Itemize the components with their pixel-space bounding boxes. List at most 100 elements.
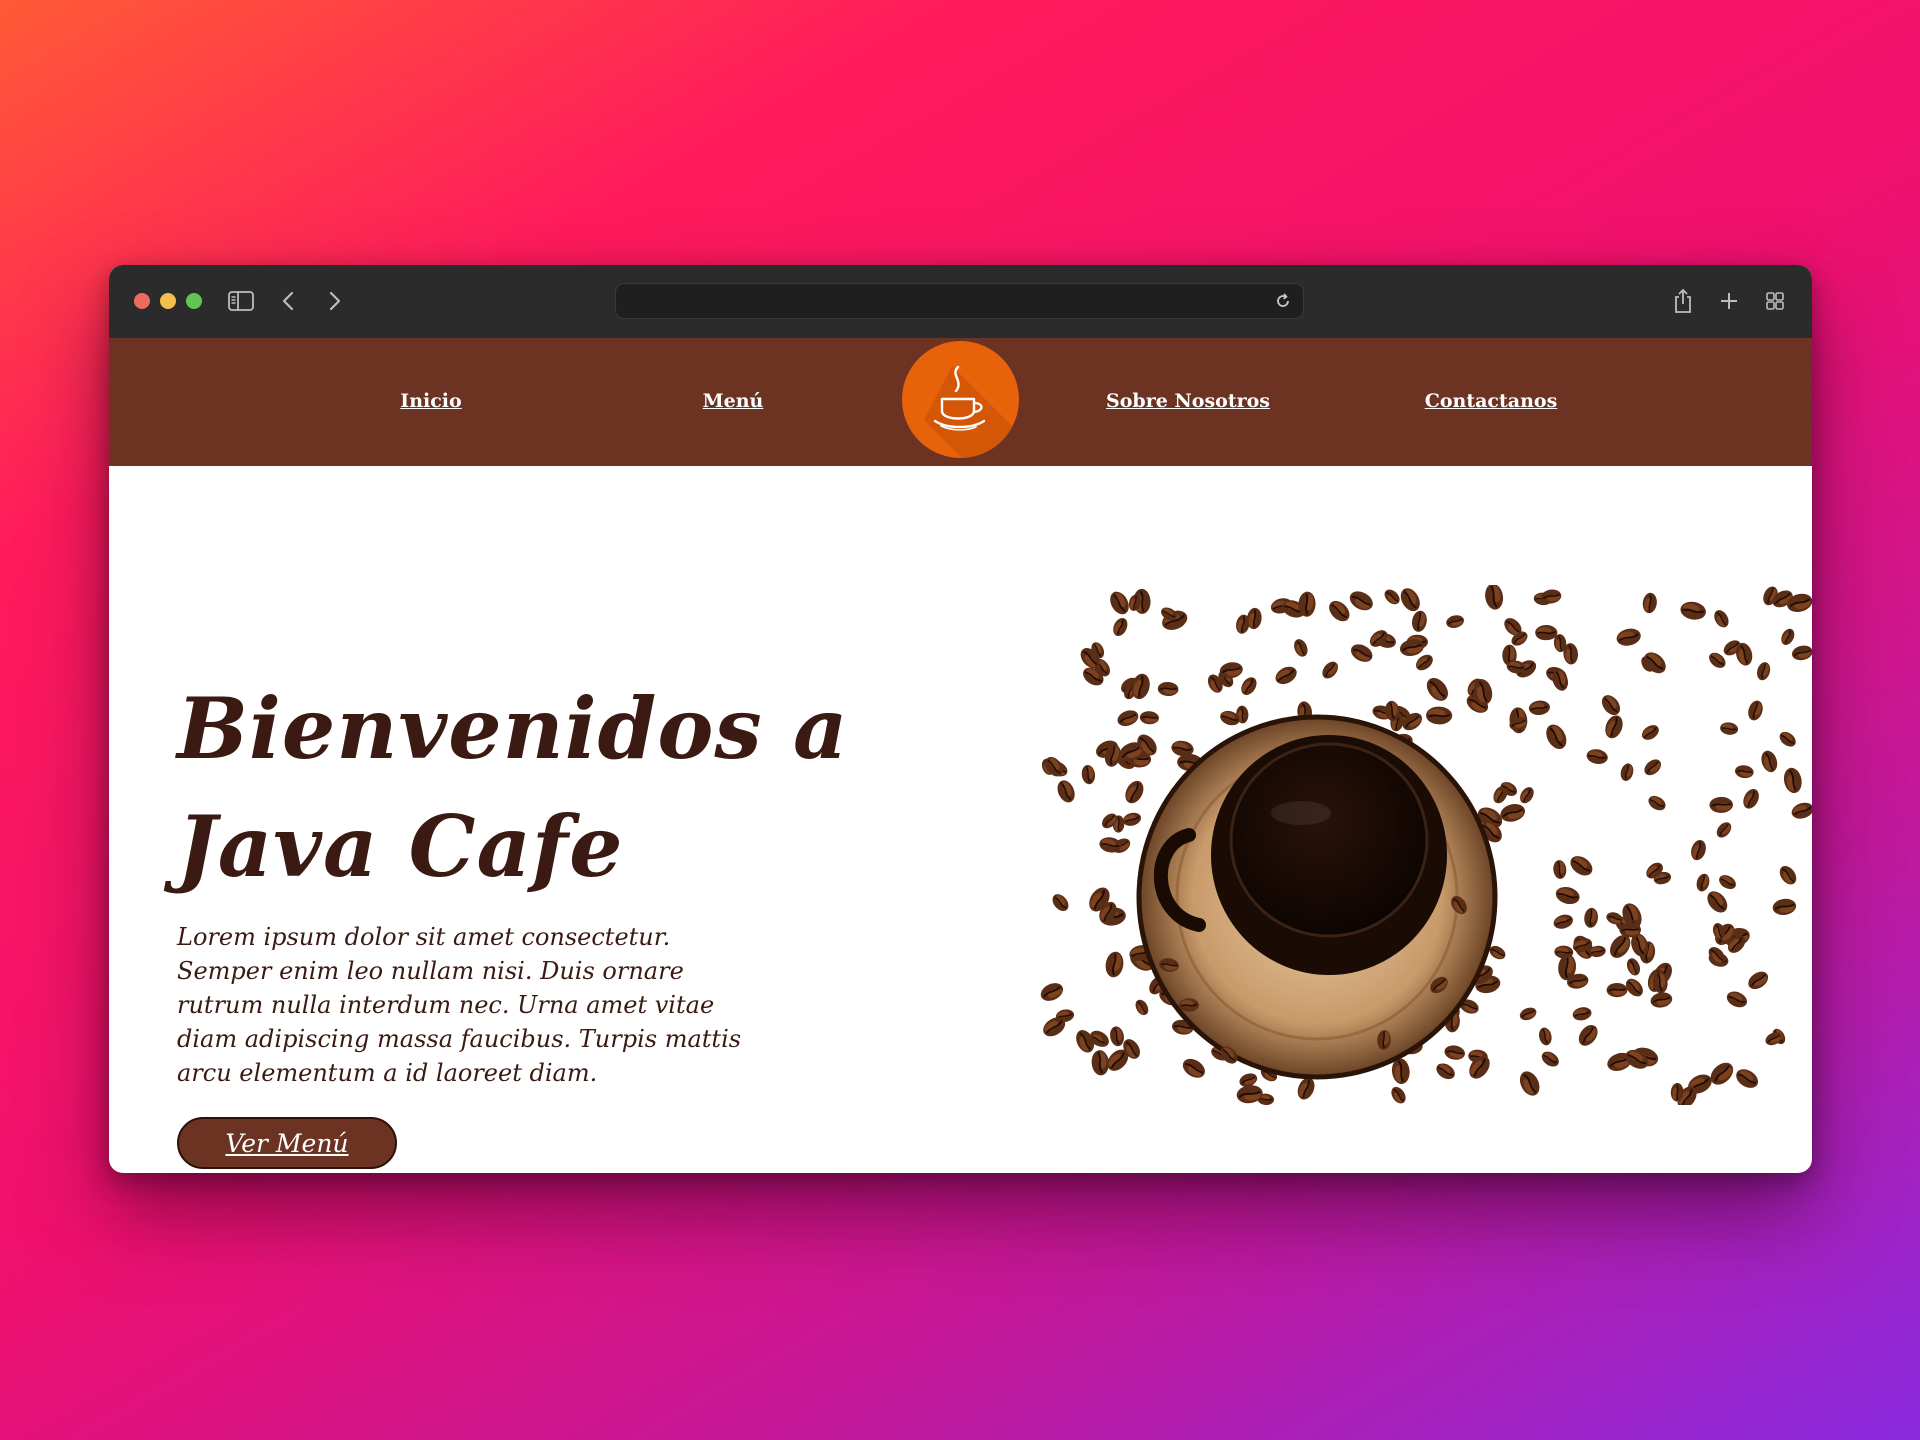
coffee-bean [1551,911,1576,932]
coffee-bean [1745,698,1766,723]
coffee-bean [1318,658,1342,683]
coffee-bean [1237,673,1261,699]
coffee-bean [1640,755,1665,780]
coffee-bean [1107,1024,1127,1049]
coffee-bean [1601,711,1627,742]
coffee-bean [1789,642,1812,663]
hero-description: Lorem ipsum dolor sit amet consectetur. … [177,923,742,1087]
coffee-bean [1648,989,1675,1011]
forward-icon[interactable] [321,287,349,315]
coffee-bean [1120,776,1148,808]
coffee-bean [1552,883,1583,908]
coffee-bean [1710,606,1733,631]
coffee-bean [1718,720,1740,737]
nav-link-inicio[interactable]: Inicio [400,390,461,412]
coffee-bean [1605,982,1629,998]
minimize-window-button[interactable] [160,293,176,309]
coffee-bean [1497,800,1528,826]
coffee-bean [1271,662,1301,689]
coffee-bean [1409,608,1430,634]
nav-link-sobre-nosotros[interactable]: Sobre Nosotros [1106,390,1270,412]
coffee-bean [1618,761,1636,784]
coffee-bean [1694,871,1712,894]
coffee-bean [1120,810,1144,829]
coffee-bean [1442,1043,1467,1063]
coffee-bean [1754,659,1773,683]
coffee-bean [1574,1020,1603,1051]
coffee-bean [1715,871,1740,893]
coffee-bean [1482,585,1506,612]
maximize-window-button[interactable] [186,293,202,309]
coffee-bean [1517,1004,1539,1024]
back-icon[interactable] [274,287,302,315]
site-navbar: Inicio Menú Sobre Nosotros Contactanos [109,338,1812,466]
browser-window: Inicio Menú Sobre Nosotros Contactanos B… [109,265,1812,1173]
coffee-bean [1640,591,1659,615]
coffee-bean [1053,776,1079,806]
close-window-button[interactable] [134,293,150,309]
hero-title-line-1: Bienvenidos a [177,679,849,778]
coffee-bean [1541,720,1572,754]
coffee-bean [1178,997,1200,1013]
coffee-bean [1614,625,1644,649]
coffee-bean [1744,967,1773,994]
coffee-bean [1775,862,1801,889]
coffee-bean [1395,585,1425,616]
coffee-bean [1678,598,1709,623]
ver-menu-button[interactable]: Ver Menú [177,1117,397,1169]
coffee-bean [1290,636,1311,660]
coffee-bean [1565,851,1597,881]
coffee-bean [1048,890,1073,915]
coffee-bean [1424,705,1454,726]
coffee-bean [1645,792,1669,814]
coffee-bean [1102,949,1127,980]
browser-toolbar [109,265,1812,339]
coffee-bean [1739,785,1763,812]
coffee-bean [1776,728,1800,751]
nav-link-contactanos[interactable]: Contactanos [1425,390,1558,412]
coffee-bean [1708,795,1734,814]
coffee-bean [1536,1025,1554,1048]
coffee-bean [1156,680,1180,698]
coffee-bean [1582,906,1600,930]
nav-link-menu[interactable]: Menú [703,390,764,412]
coffee-bean [1687,837,1710,863]
coffee-bean [1705,1057,1739,1090]
coffee-bean [1731,1064,1763,1093]
coffee-bean [1132,996,1152,1018]
coffee-bean [1345,586,1378,616]
coffee-bean [1324,596,1355,627]
coffee-bean [1757,747,1781,775]
coffee-bean [1538,1047,1563,1071]
coffee-bean [1702,886,1733,918]
coffee-cup-with-beans-image [1039,585,1812,1105]
coffee-cup-icon [924,365,1019,458]
new-tab-icon[interactable] [1715,287,1743,315]
tab-overview-icon[interactable] [1761,287,1789,315]
reload-icon[interactable] [1273,291,1293,311]
hero-title-line-2: Java Cafe [177,797,624,896]
coffee-bean [1551,858,1568,881]
coffee-bean [1516,784,1538,807]
sidebar-toggle-icon[interactable] [227,287,255,315]
coffee-bean [1778,625,1798,648]
coffee-bean [1788,799,1812,823]
coffee-bean [1105,587,1134,619]
hero-title: Bienvenidos a Java Cafe [177,670,877,906]
coffee-bean [1584,746,1610,767]
coffee-bean [1387,1083,1410,1105]
coffee-bean [1733,763,1756,780]
coffee-bean [1138,709,1161,726]
coffee-bean [1432,1059,1459,1084]
share-icon[interactable] [1669,287,1697,315]
address-bar[interactable] [615,283,1304,319]
coffee-bean [1770,896,1799,918]
coffee-bean [1421,672,1454,706]
coffee-bean [1114,706,1142,730]
coffee-bean [1723,987,1751,1012]
coffee-bean [1079,763,1097,786]
coffee-bean [1780,765,1805,796]
coffee-bean [1109,615,1131,639]
site-logo[interactable] [902,341,1019,458]
coffee-bean [1039,978,1067,1006]
